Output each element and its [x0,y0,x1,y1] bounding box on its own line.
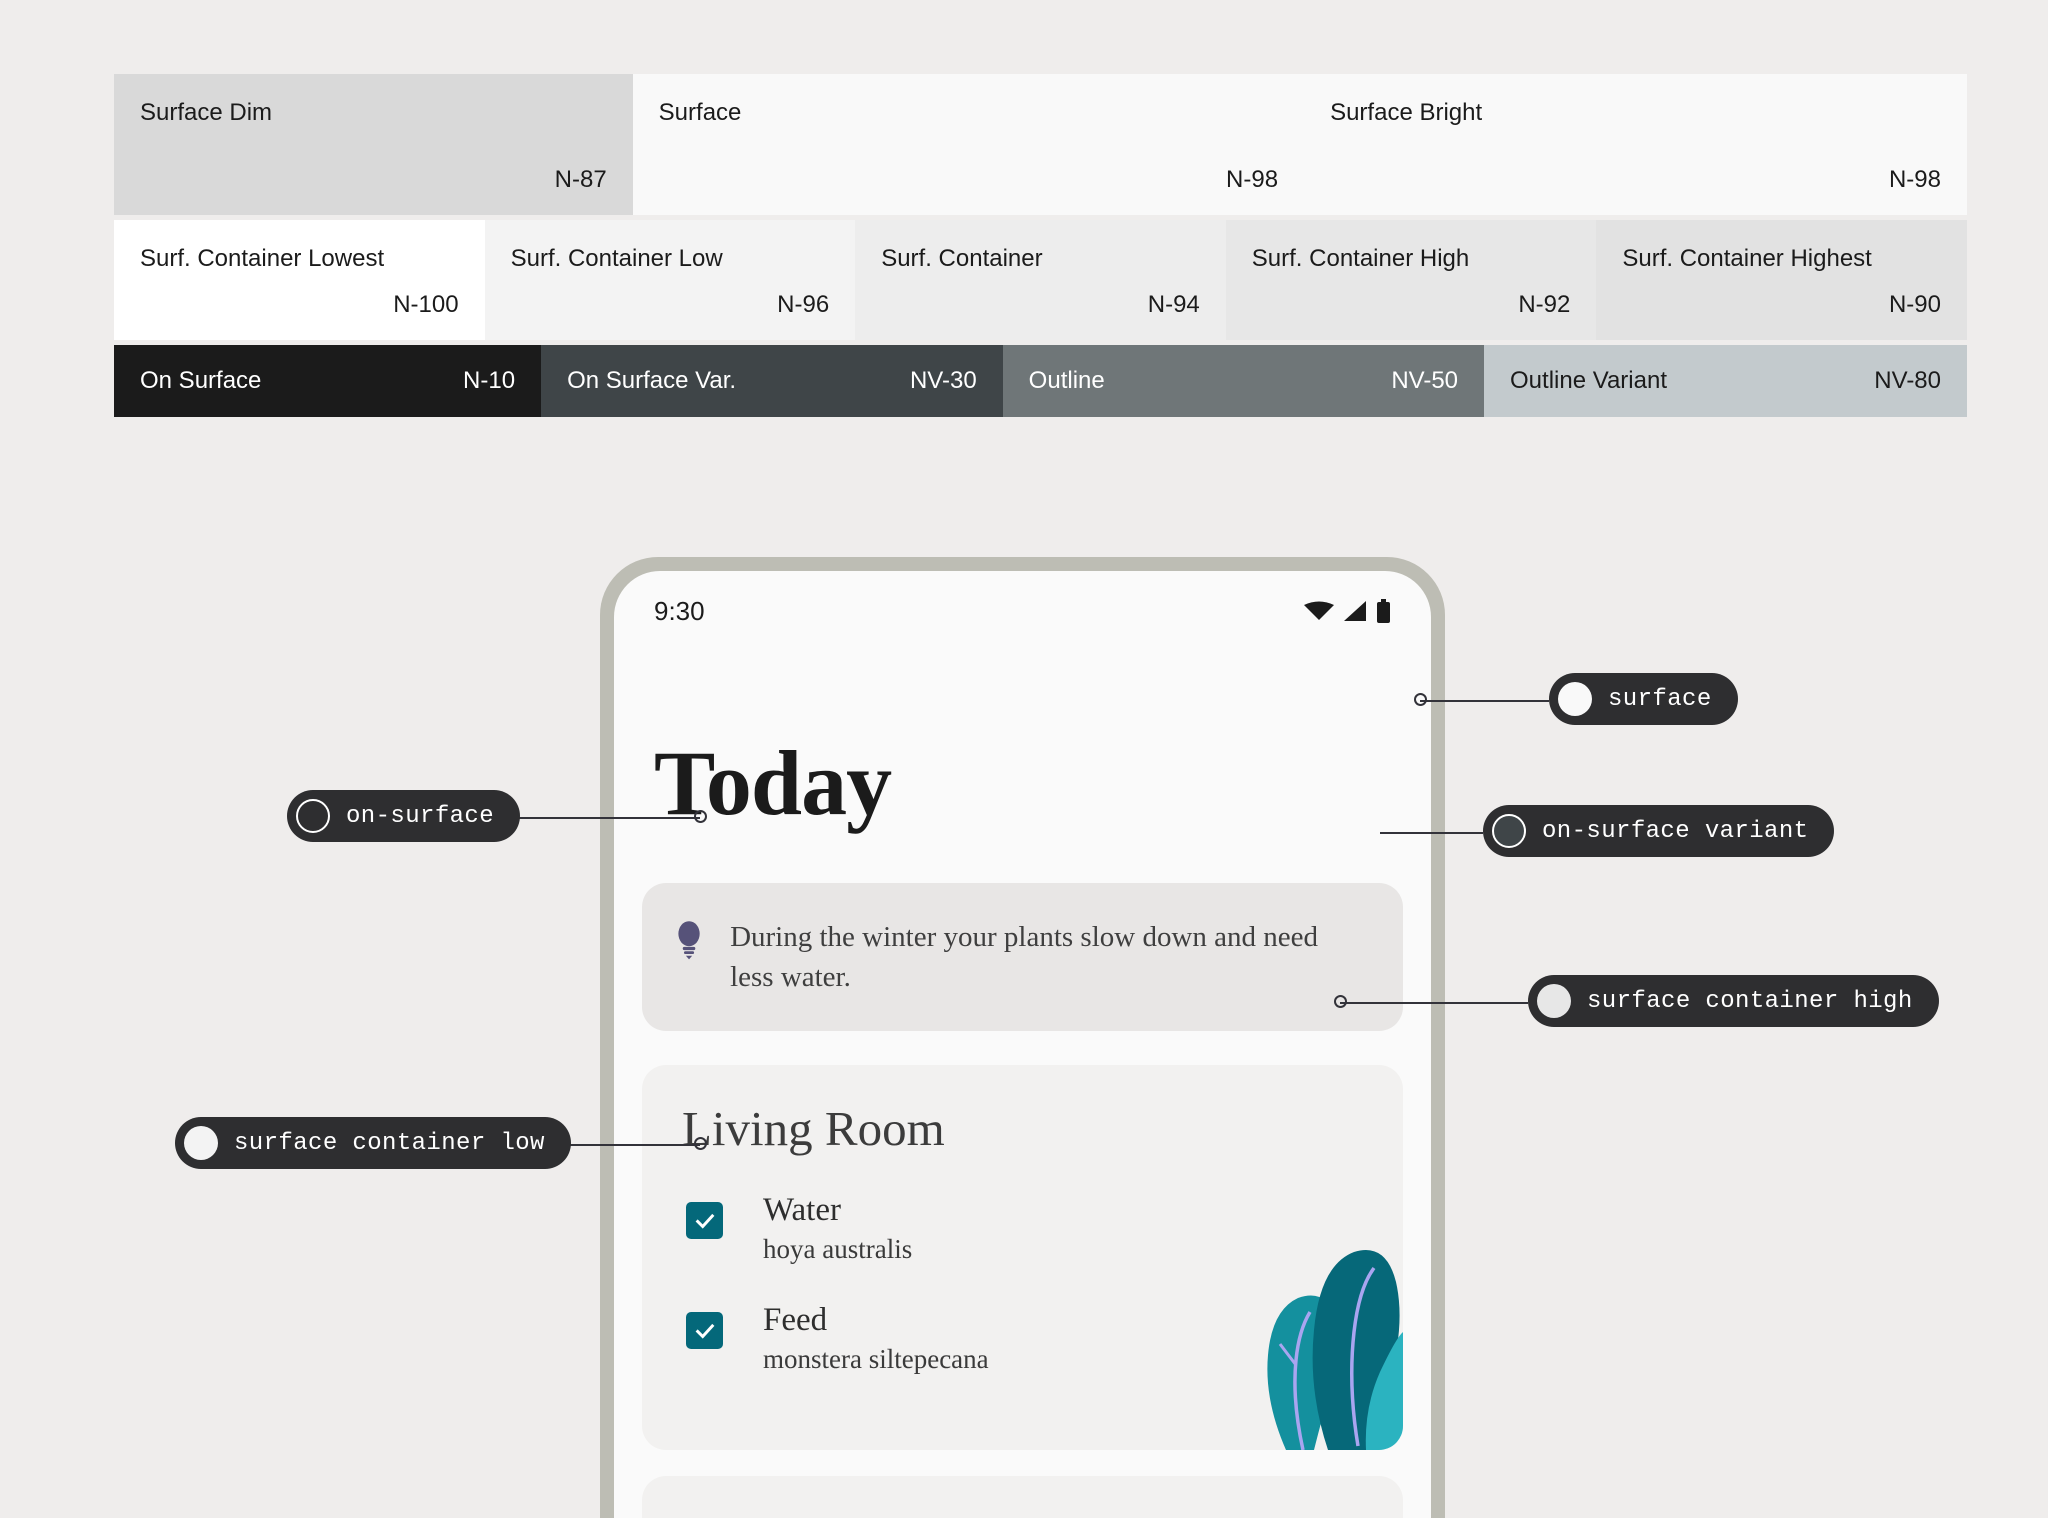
phone-mockup: 9:30 Today During the winter your plants… [600,557,1445,1518]
swatch-surface: Surface N-98 [632,74,1305,215]
annotation-label: on-surface variant [1542,817,1809,845]
swatch-tone: NV-80 [1874,366,1941,394]
swatch-label: Surf. Container Highest [1622,245,1872,272]
task-checkbox[interactable] [686,1312,723,1350]
color-swatch-dot [1558,682,1592,716]
leader-endpoint-dot [694,810,707,823]
leader-endpoint-dot [1334,995,1347,1008]
swatch-surf-container: Surf. Container N-94 [855,220,1226,340]
checkmark-icon [695,1323,714,1339]
leader-endpoint-dot [694,1137,707,1150]
swatch-label: Surf. Container Lowest [140,245,385,272]
wifi-icon [1304,601,1334,620]
swatch-surf-container-low: Surf. Container Low N-96 [484,220,856,340]
leader-line [1380,832,1483,834]
page-title: Today [654,732,892,834]
swatch-label: On Surface [140,366,262,394]
swatch-label: Surface Dim [140,99,273,126]
swatch-label: Surf. Container High [1251,245,1470,272]
swatch-tone: N-94 [1147,290,1200,318]
swatch-label: Outline Variant [1510,366,1667,394]
phone-screen: 9:30 Today During the winter your plants… [614,571,1431,1518]
on-surface-row: On Surface N-10 On Surface Var. NV-30 Outlin… [114,345,1967,417]
swatch-tone: N-98 [1888,165,1941,193]
annotation-label: surface [1608,685,1712,713]
swatch-tone: N-10 [463,366,516,394]
room-card: Living Room Water hoya australis Feed mo… [642,1065,1403,1451]
color-swatch-dot [296,799,330,833]
swatch-surface-dim: Surface Dim N-87 [114,74,633,215]
swatch-tone: N-100 [393,290,459,318]
annotation-label: surface container high [1587,987,1913,1015]
status-bar: 9:30 [614,571,1431,629]
swatch-label: Surf. Container Low [510,245,723,272]
annotation-pill-on-surface-variant: on-surface variant [1483,805,1835,857]
color-swatch-dot [184,1126,218,1160]
swatch-outline-variant: Outline Variant NV-80 [1484,345,1967,417]
cellular-signal-icon [1344,601,1366,621]
annotation-pill-on-surface: on-surface [287,790,521,842]
leader-line [1420,700,1549,702]
task-checkbox[interactable] [686,1202,723,1240]
swatch-tone: N-96 [777,290,830,318]
lightbulb-icon [678,921,700,960]
task-plant: hoya australis [763,1233,913,1264]
swatch-on-surface-var: On Surface Var. NV-30 [541,345,1003,417]
swatch-outline: Outline NV-50 [1002,345,1485,417]
annotation-pill-surface-container-high: surface container high [1528,975,1939,1027]
swatch-tone: NV-30 [909,366,977,394]
surface-row: Surface Dim N-87 Surface N-98 Surface Bright… [114,74,1967,215]
surface-container-row: Surf. Container Lowest N-100 Surf. Contain… [114,220,1967,340]
leader-endpoint-dot [1414,693,1427,706]
status-time: 9:30 [654,595,705,626]
color-swatch-dot [1537,984,1571,1018]
swatch-label: Surface [658,99,742,126]
swatch-tone: N-90 [1888,290,1941,318]
task-row[interactable]: Water hoya australis [686,1192,1403,1264]
swatch-tone: N-98 [1226,165,1279,193]
color-swatch-dot [1492,814,1526,848]
task-row[interactable]: Feed monstera siltepecana [686,1302,1403,1374]
annotation-label: on-surface [346,802,495,830]
checkmark-icon [695,1213,714,1229]
task-plant: monstera siltepecana [763,1343,989,1374]
status-icons [1304,599,1391,623]
leader-line [1340,1002,1528,1004]
swatch-tone: N-87 [554,165,607,193]
room-title: Living Room [682,1101,945,1157]
tip-card: During the winter your plants slow down … [642,883,1403,1032]
annotation-label: surface container low [234,1129,545,1157]
battery-icon [1377,599,1390,623]
task-name: Water [763,1192,841,1229]
annotation-pill-surface: surface [1549,673,1738,725]
task-name: Feed [763,1302,828,1339]
swatch-on-surface: On Surface N-10 [114,345,542,417]
swatch-tone: N-92 [1518,290,1571,318]
swatch-label: Outline [1028,366,1105,394]
tip-text: During the winter your plants slow down … [730,921,1319,994]
swatch-tone: NV-50 [1391,366,1459,394]
swatch-surf-container-lowest: Surf. Container Lowest N-100 [114,220,485,340]
swatch-surf-container-high: Surf. Container High N-92 [1225,220,1597,340]
swatch-label: On Surface Var. [567,366,737,394]
swatch-surf-container-highest: Surf. Container Highest N-90 [1596,220,1967,340]
annotation-pill-surface-container-low: surface container low [175,1117,571,1169]
swatch-label: Surface Bright [1330,99,1483,126]
swatch-surface-bright: Surface Bright N-98 [1304,74,1967,215]
next-card [642,1476,1403,1518]
surface-palette-grid: Surface Dim N-87 Surface N-98 Surface Bright… [114,74,1967,417]
swatch-label: Surf. Container [881,245,1043,272]
